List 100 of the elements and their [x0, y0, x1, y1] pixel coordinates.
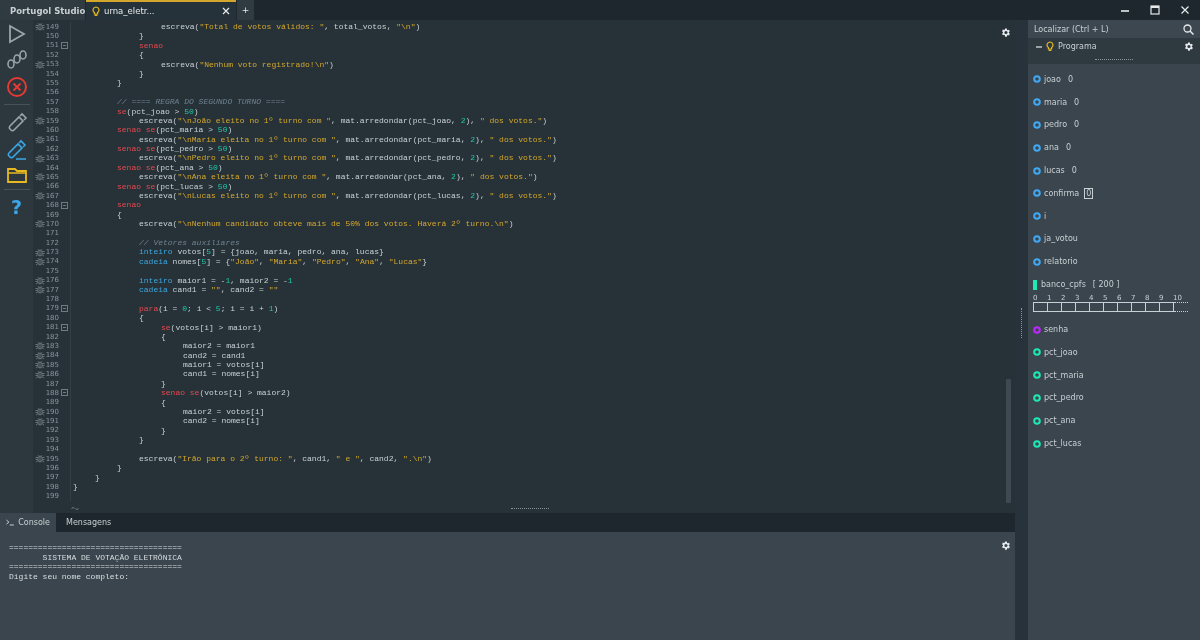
code-line: } — [160, 378, 166, 389]
stop-icon[interactable] — [5, 76, 28, 98]
bug-icon[interactable] — [35, 116, 45, 126]
variable-name[interactable]: pct_maria — [1044, 370, 1084, 380]
variable-value: 0 — [1074, 120, 1080, 130]
code-line: senao se(pct_lucas > 50) — [116, 181, 233, 192]
code-line: inteiro votos[5] = {joao, maria, pedro, ana, lucas} — [138, 247, 384, 257]
bug-icon[interactable] — [35, 247, 45, 257]
settings-icon[interactable] — [1183, 41, 1194, 52]
array-cell — [1146, 301, 1160, 312]
bug-icon[interactable] — [35, 59, 45, 69]
resize-handle[interactable] — [1095, 59, 1133, 60]
bug-icon[interactable] — [35, 134, 45, 144]
code-line: senao se(pct_pedro > 50) — [116, 144, 233, 154]
bug-icon[interactable] — [35, 22, 45, 32]
variable-value: 0 — [1071, 166, 1077, 176]
bug-icon[interactable] — [35, 341, 45, 351]
variable-name[interactable]: senha — [1044, 325, 1069, 335]
search-icon[interactable] — [1183, 23, 1194, 35]
variable-name[interactable]: i — [1044, 211, 1047, 221]
bug-icon[interactable] — [35, 350, 45, 360]
variable-name[interactable]: lucas — [1044, 166, 1065, 176]
settings-icon[interactable] — [1000, 540, 1011, 551]
variable-name[interactable]: ana — [1044, 143, 1059, 153]
help-icon[interactable]: ? — [11, 196, 22, 218]
bug-icon[interactable] — [35, 454, 45, 464]
resize-handle[interactable] — [1021, 308, 1022, 338]
code-line: cand2 = cand1 — [182, 350, 246, 361]
bug-icon[interactable] — [35, 407, 45, 417]
console-line: ==================================== — [9, 562, 183, 572]
code-line: senao se(pct_maria > 50) — [116, 125, 233, 135]
bug-icon[interactable] — [35, 360, 45, 370]
array-cell — [1062, 301, 1076, 312]
variable-name[interactable]: pct_lucas — [1044, 439, 1082, 449]
fold-icon[interactable] — [61, 389, 68, 397]
folder-icon[interactable] — [6, 167, 27, 183]
variable-name[interactable]: pct_pedro — [1044, 393, 1084, 403]
code-line: escreva("Irão para o 2º turno: ", cand1, " e ", cand2, ".\n") — [138, 453, 432, 464]
array-cell — [1132, 301, 1146, 312]
bug-icon[interactable] — [35, 219, 45, 229]
array-size: [ 200 ] — [1092, 280, 1120, 290]
new-tab-button[interactable]: + — [237, 0, 254, 20]
bug-icon[interactable] — [35, 153, 45, 163]
array-cell — [1033, 301, 1048, 312]
variable-name[interactable]: maria — [1044, 97, 1068, 107]
code-line: { — [138, 313, 144, 323]
code-line: // ==== REGRA DO SEGUNDO TURNO ==== — [116, 97, 286, 107]
resize-handle[interactable] — [511, 507, 549, 509]
play-icon[interactable] — [7, 24, 26, 44]
bug-icon[interactable] — [35, 416, 45, 426]
code-line: } — [138, 31, 144, 41]
lightbulb-icon — [92, 5, 100, 17]
file-tab[interactable]: urna_eletr... — [86, 0, 236, 20]
file-tab[interactable]: Portugol Studio — [0, 0, 85, 20]
settings-icon[interactable] — [1000, 27, 1011, 38]
usb-plug-icon[interactable] — [5, 139, 28, 161]
maximize-icon[interactable] — [1150, 5, 1160, 15]
code-line: } — [94, 472, 100, 483]
code-line: } — [116, 463, 122, 473]
code-line: { — [138, 50, 144, 60]
variable-name[interactable]: pct_ana — [1044, 416, 1076, 426]
array-cell — [1104, 301, 1118, 312]
variable-name[interactable]: banco_cpfs — [1041, 280, 1086, 290]
variable-name[interactable]: pedro — [1044, 120, 1068, 130]
code-line: senao — [116, 200, 141, 210]
code-line: } — [138, 435, 144, 445]
variable-name[interactable]: joao — [1044, 74, 1061, 84]
code-line: escreva("\nJoão eleito no 1º turno com ", mat.arredondar(pct_joao, 2), " dos votos.") — [139, 115, 548, 126]
bug-icon[interactable] — [35, 285, 45, 295]
variable-name[interactable]: confirma — [1044, 188, 1080, 198]
collapse-icon[interactable] — [1036, 44, 1042, 49]
bug-icon[interactable] — [35, 256, 45, 266]
bug-icon[interactable] — [35, 191, 45, 201]
code-line: se(pct_joao > 50) — [116, 106, 199, 116]
panel-tab[interactable]: Mensagens — [56, 513, 112, 532]
array-cell — [1118, 301, 1132, 312]
code-line: escreva("Total de votos válidos: ", total_votos, "\n") — [160, 22, 421, 32]
fold-icon[interactable] — [61, 323, 68, 331]
variable-name[interactable]: ja_votou — [1044, 234, 1078, 244]
bug-icon[interactable] — [35, 172, 45, 182]
bug-icon[interactable] — [35, 369, 45, 379]
close-icon[interactable] — [1180, 5, 1190, 15]
code-line: { — [116, 209, 122, 220]
fold-icon[interactable] — [61, 304, 68, 312]
bug-icon[interactable] — [35, 275, 45, 285]
variable-name[interactable]: relatorio — [1044, 257, 1078, 267]
close-icon[interactable] — [222, 7, 230, 15]
code-line: senao se(pct_ana > 50) — [116, 162, 223, 173]
variable-name[interactable]: pct_joao — [1044, 347, 1078, 357]
code-line: { — [160, 397, 166, 408]
array-cell — [1076, 301, 1090, 312]
panel-tab[interactable]: Console — [0, 513, 56, 532]
tree-item[interactable]: Programa — [1058, 42, 1097, 51]
code-line: maior2 = maior1 — [182, 341, 255, 351]
fold-icon[interactable] — [61, 41, 68, 49]
code-line: } — [116, 78, 122, 88]
code-line: } — [72, 482, 78, 492]
scrollbar-thumb[interactable] — [1006, 379, 1011, 503]
lightbulb-icon — [1046, 41, 1054, 52]
fold-icon[interactable] — [61, 201, 68, 209]
